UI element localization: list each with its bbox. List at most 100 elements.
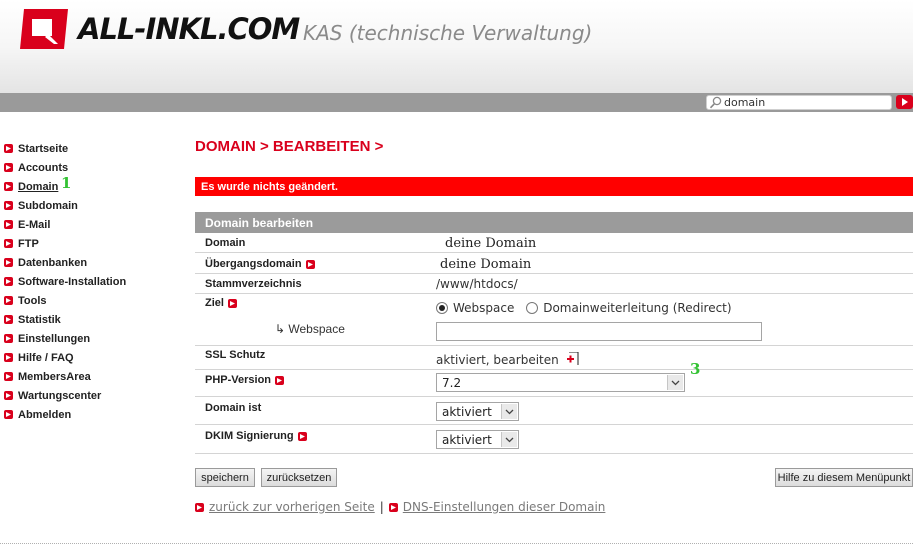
chevron-down-icon [667, 375, 683, 390]
arrow-bullet-icon [4, 239, 13, 248]
row-label-text: DKIM Signierung [205, 430, 294, 442]
link-separator: | [379, 500, 384, 514]
save-button[interactable]: speichern [195, 468, 255, 487]
sidebar-item-subdomain[interactable]: Subdomain [4, 196, 174, 215]
webspace-path-input[interactable] [436, 322, 762, 341]
sidebar-item-abmelden[interactable]: Abmelden [4, 405, 174, 424]
arrow-bullet-icon [4, 315, 13, 324]
uebergangsdomain-value: deine Domain [440, 257, 532, 272]
row-label: Ziel [205, 297, 237, 309]
sidebar-item-ftp[interactable]: FTP [4, 234, 174, 253]
arrow-bullet-icon [4, 277, 13, 286]
status-alert: Es wurde nichts geändert. [195, 177, 913, 196]
kas-subtitle: KAS (technische Verwaltung) [303, 21, 593, 45]
help-icon[interactable] [275, 375, 285, 385]
dns-settings-link[interactable]: DNS-Einstellungen dieser Domain [403, 500, 606, 514]
arrow-bullet-icon [4, 220, 13, 229]
stammverzeichnis-value: /www/htdocs/ [436, 277, 518, 291]
row-ssl: SSL Schutz aktiviert, bearbeiten [195, 346, 913, 370]
radio-webspace[interactable] [436, 302, 448, 314]
help-icon[interactable] [305, 259, 315, 269]
help-icon[interactable] [227, 298, 237, 308]
annotation-marker-1: 1 [61, 174, 72, 192]
row-label-text: Ziel [205, 297, 224, 309]
domain-status-select[interactable]: aktiviert [436, 402, 519, 421]
domain-status-value: aktiviert [442, 404, 492, 419]
help-menu-button[interactable]: Hilfe zu diesem Menüpunkt [775, 468, 913, 487]
row-stammverzeichnis: Stammverzeichnis /www/htdocs/ [195, 274, 913, 294]
chevron-down-icon [501, 432, 517, 447]
arrow-bullet-icon [4, 410, 13, 419]
arrow-bullet-icon [4, 201, 13, 210]
sidebar-item-einstellungen[interactable]: Einstellungen [4, 329, 174, 348]
row-label: PHP-Version [205, 374, 285, 386]
row-dkim: DKIM Signierung aktiviert [195, 425, 913, 454]
footer-links: zurück zur vorherigen Seite | DNS-Einste… [195, 500, 605, 514]
search-input[interactable] [723, 96, 883, 109]
php-version-select[interactable]: 7.2 [436, 373, 685, 392]
reset-button[interactable]: zurücksetzen [261, 468, 337, 487]
back-link[interactable]: zurück zur vorherigen Seite [209, 500, 375, 514]
sidebar-item-label: Datenbanken [18, 256, 88, 269]
sidebar-item-domain[interactable]: Domain [4, 177, 174, 196]
row-label: Stammverzeichnis [205, 278, 302, 290]
arrow-bullet-icon [4, 334, 13, 343]
arrow-bullet-icon [4, 144, 13, 153]
arrow-bullet-icon [4, 182, 13, 191]
radio-redirect-label: Domainweiterleitung (Redirect) [543, 301, 732, 315]
footer-divider [0, 543, 913, 544]
sidebar-item-statistik[interactable]: Statistik [4, 310, 174, 329]
ssl-value[interactable]: aktiviert, bearbeiten [436, 353, 559, 367]
header: ALL-INKL.COM KAS (technische Verwaltung) [0, 0, 913, 93]
sidebar-item-label: FTP [18, 237, 39, 250]
sidebar-nav: Startseite Accounts Domain Subdomain E-M… [4, 139, 174, 424]
arrow-bullet-icon [4, 353, 13, 362]
sidebar-item-wartungscenter[interactable]: Wartungscenter [4, 386, 174, 405]
sidebar-item-label: MembersArea [18, 370, 91, 383]
row-domain-ist: Domain ist aktiviert [195, 397, 913, 425]
sidebar-item-tools[interactable]: Tools [4, 291, 174, 310]
edit-plus-icon[interactable] [565, 352, 579, 366]
sidebar-item-label: E-Mail [18, 218, 51, 231]
search-box[interactable] [706, 95, 892, 110]
arrow-bullet-icon [4, 163, 13, 172]
section-header: Domain bearbeiten [195, 212, 913, 233]
sidebar-item-label: Startseite [18, 142, 69, 155]
sidebar-item-software-installation[interactable]: Software-Installation [4, 272, 174, 291]
row-php-version: PHP-Version 7.2 [195, 370, 913, 397]
row-label: DKIM Signierung [205, 430, 307, 442]
sidebar-item-accounts[interactable]: Accounts [4, 158, 174, 177]
play-arrow-icon [902, 98, 908, 106]
row-label: Domain [205, 237, 246, 249]
search-submit-button[interactable] [896, 95, 913, 109]
ssl-status: aktiviert, bearbeiten [436, 352, 579, 367]
sidebar-item-hilfe-faq[interactable]: Hilfe / FAQ [4, 348, 174, 367]
radio-redirect[interactable] [526, 302, 539, 314]
arrow-bullet-icon [388, 502, 398, 512]
sidebar-item-label: Accounts [18, 161, 69, 174]
domain-value: deine Domain [445, 236, 537, 251]
sidebar-item-label: Hilfe / FAQ [18, 351, 74, 364]
sidebar-item-membersarea[interactable]: MembersArea [4, 367, 174, 386]
all-inkl-logo-icon [20, 9, 68, 49]
chevron-down-icon [501, 404, 517, 419]
sidebar-item-label: Wartungscenter [18, 389, 102, 402]
logo-text: ALL-INKL.COM [78, 12, 300, 46]
sidebar-item-email[interactable]: E-Mail [4, 215, 174, 234]
dkim-value: aktiviert [442, 432, 492, 447]
sidebar-item-label: Abmelden [18, 408, 72, 421]
row-label: Domain ist [205, 402, 262, 414]
sidebar-item-datenbanken[interactable]: Datenbanken [4, 253, 174, 272]
sidebar-item-label: Software-Installation [18, 275, 127, 288]
row-label: Übergangsdomain [205, 258, 315, 270]
arrow-bullet-icon [195, 502, 204, 512]
sidebar-item-label: Statistik [18, 313, 61, 326]
ziel-options: Webspace Domainweiterleitung (Redirect) [436, 301, 732, 315]
row-ziel: Ziel Webspace Domainweiterleitung (Redir… [195, 294, 913, 346]
sidebar-item-label: Einstellungen [18, 332, 91, 345]
help-icon[interactable] [297, 431, 307, 441]
dkim-select[interactable]: aktiviert [436, 430, 519, 449]
sidebar-item-startseite[interactable]: Startseite [4, 139, 174, 158]
breadcrumb: DOMAIN > BEARBEITEN > [195, 138, 384, 155]
radio-webspace-label: Webspace [453, 301, 515, 315]
